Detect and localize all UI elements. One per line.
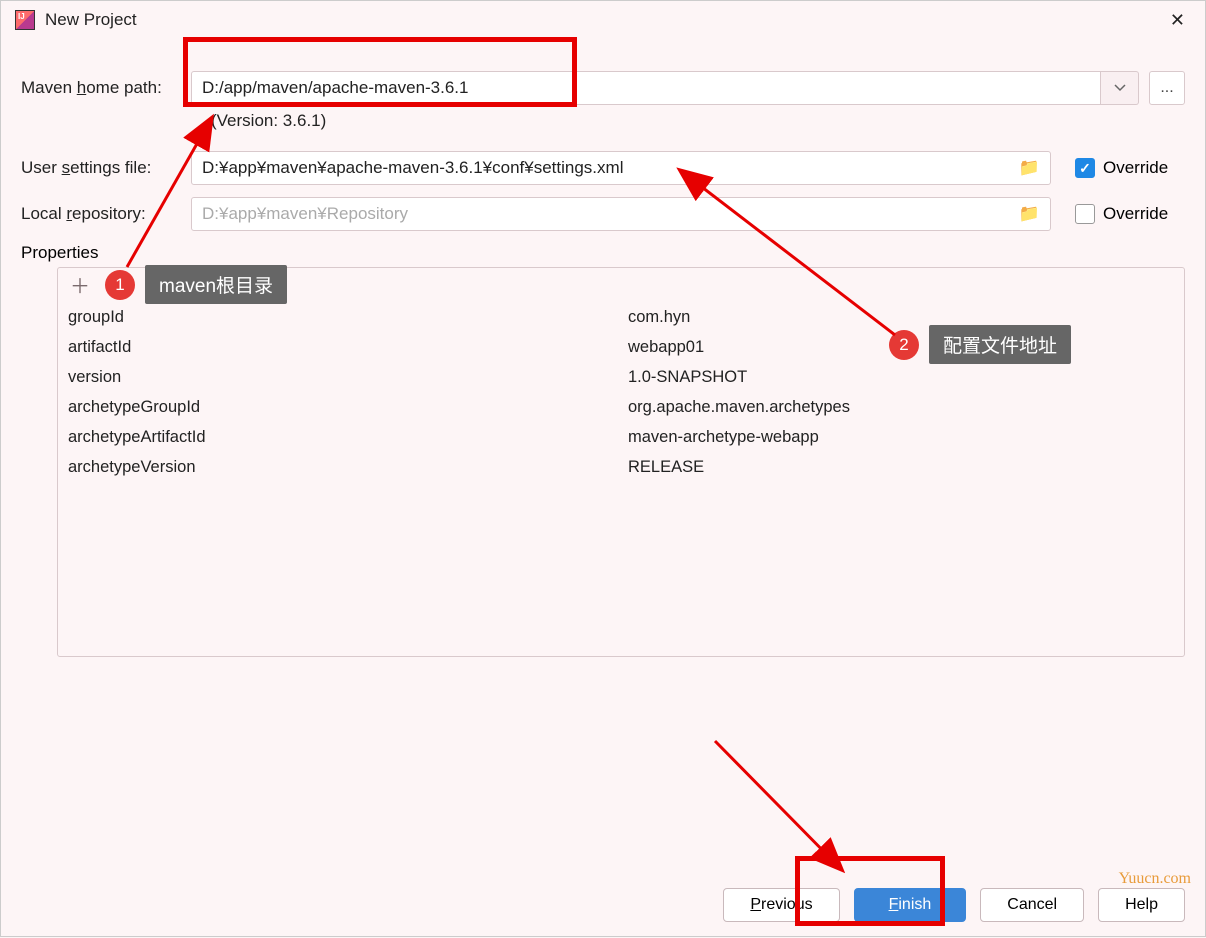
prop-key: artifactId bbox=[68, 338, 628, 357]
remove-icon[interactable]: − bbox=[106, 273, 126, 296]
prop-value: org.apache.maven.archetypes bbox=[628, 398, 850, 417]
prop-key: archetypeVersion bbox=[68, 458, 628, 477]
prop-key: archetypeArtifactId bbox=[68, 428, 628, 447]
maven-home-browse-button[interactable]: ... bbox=[1149, 71, 1185, 105]
table-row[interactable]: groupIdcom.hyn bbox=[58, 302, 1184, 332]
properties-panel: ＋ − ✎ groupIdcom.hynartifactIdwebapp01ve… bbox=[57, 267, 1185, 657]
maven-home-label: Maven home path: bbox=[21, 78, 191, 98]
chevron-down-icon bbox=[1114, 84, 1126, 92]
add-icon[interactable]: ＋ bbox=[70, 270, 90, 299]
properties-table[interactable]: groupIdcom.hynartifactIdwebapp01version1… bbox=[58, 302, 1184, 482]
titlebar: New Project ✕ bbox=[1, 1, 1205, 39]
prop-value: com.hyn bbox=[628, 308, 690, 327]
user-settings-input[interactable]: D:¥app¥maven¥apache-maven-3.6.1¥conf¥set… bbox=[191, 151, 1051, 185]
override-settings-checkbox[interactable] bbox=[1075, 158, 1095, 178]
maven-version-text: (Version: 3.6.1) bbox=[211, 111, 1185, 131]
prop-key: archetypeGroupId bbox=[68, 398, 628, 417]
maven-home-dropdown[interactable] bbox=[1101, 71, 1139, 105]
local-repo-label: Local repository: bbox=[21, 204, 191, 224]
folder-icon[interactable]: 📁 bbox=[1019, 204, 1040, 224]
cancel-button[interactable]: Cancel bbox=[980, 888, 1084, 922]
prop-key: version bbox=[68, 368, 628, 387]
close-icon[interactable]: ✕ bbox=[1164, 6, 1191, 35]
override-repo-checkbox[interactable] bbox=[1075, 204, 1095, 224]
app-icon bbox=[15, 10, 35, 30]
table-row[interactable]: archetypeGroupIdorg.apache.maven.archety… bbox=[58, 392, 1184, 422]
folder-icon[interactable]: 📁 bbox=[1019, 158, 1040, 178]
prop-value: webapp01 bbox=[628, 338, 704, 357]
watermark-text: Yuucn.com bbox=[1119, 870, 1191, 888]
table-row[interactable]: archetypeArtifactIdmaven-archetype-webap… bbox=[58, 422, 1184, 452]
local-repo-input[interactable]: D:¥app¥maven¥Repository 📁 bbox=[191, 197, 1051, 231]
maven-home-input[interactable] bbox=[191, 71, 1101, 105]
table-row[interactable]: archetypeVersionRELEASE bbox=[58, 452, 1184, 482]
override-settings-label: Override bbox=[1103, 158, 1168, 178]
window-title: New Project bbox=[45, 10, 137, 30]
dialog-window: New Project ✕ Maven home path: ... (Vers… bbox=[0, 0, 1206, 937]
footer-buttons: Previous Finish Cancel Help bbox=[723, 888, 1185, 922]
edit-icon[interactable]: ✎ bbox=[142, 272, 162, 297]
prop-value: RELEASE bbox=[628, 458, 704, 477]
override-repo-label: Override bbox=[1103, 204, 1168, 224]
prop-key: groupId bbox=[68, 308, 628, 327]
properties-label: Properties bbox=[21, 243, 1185, 263]
prop-value: maven-archetype-webapp bbox=[628, 428, 819, 447]
prop-value: 1.0-SNAPSHOT bbox=[628, 368, 747, 387]
table-row[interactable]: artifactIdwebapp01 bbox=[58, 332, 1184, 362]
help-button[interactable]: Help bbox=[1098, 888, 1185, 922]
finish-button[interactable]: Finish bbox=[854, 888, 967, 922]
table-row[interactable]: version1.0-SNAPSHOT bbox=[58, 362, 1184, 392]
properties-toolbar: ＋ − ✎ bbox=[58, 268, 1184, 302]
user-settings-label: User settings file: bbox=[21, 158, 191, 178]
previous-button[interactable]: Previous bbox=[723, 888, 839, 922]
